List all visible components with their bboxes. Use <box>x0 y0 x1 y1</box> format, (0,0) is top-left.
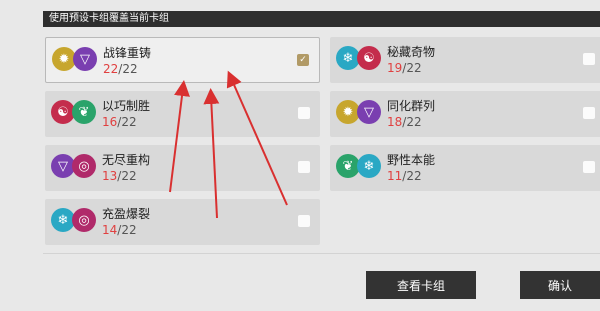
deck-card-1[interactable]: ❄ ☯ 秘藏奇物 19/22 <box>330 37 600 83</box>
deck-checkbox[interactable] <box>298 215 310 227</box>
deck-count: 18/22 <box>387 115 422 129</box>
deck-name: 以巧制胜 <box>102 99 151 113</box>
deck-icons: ❦ ❄ <box>336 154 381 182</box>
deck-checkbox[interactable] <box>583 53 595 65</box>
spiral-icon: ◎ <box>72 208 96 232</box>
deck-card-4[interactable]: ▽ ◎ 无尽重构 13/22 <box>45 145 320 191</box>
deck-checkbox[interactable] <box>298 161 310 173</box>
deck-checkbox[interactable] <box>298 107 310 119</box>
deck-name: 战锋重铸 <box>103 46 152 60</box>
snowflake-icon: ❄ <box>357 154 381 178</box>
deck-icons: ✹ ▽ <box>52 47 97 75</box>
dialog-header-bar: 使用预设卡组覆盖当前卡组 <box>43 11 600 27</box>
deck-count: 11/22 <box>387 169 422 183</box>
view-deck-button[interactable]: 查看卡组 <box>366 271 476 299</box>
leaf-icon: ❦ <box>72 100 96 124</box>
footer-divider <box>43 253 600 254</box>
deck-count: 16/22 <box>102 115 137 129</box>
deck-checkbox[interactable] <box>583 161 595 173</box>
deck-card-6[interactable]: ❄ ◎ 充盈爆裂 14/22 <box>45 199 320 245</box>
deck-name: 秘藏奇物 <box>387 45 436 59</box>
confirm-button[interactable]: 确认 <box>520 271 600 299</box>
deck-icons: ❄ ☯ <box>336 46 381 74</box>
deck-count: 19/22 <box>387 61 422 75</box>
dialog-title: 使用预设卡组覆盖当前卡组 <box>49 13 169 24</box>
deck-name: 同化群列 <box>387 99 436 113</box>
deck-icons: ✹ ▽ <box>336 100 381 128</box>
deck-icons: ▽ ◎ <box>51 154 96 182</box>
deck-checkbox[interactable] <box>583 107 595 119</box>
deck-card-2[interactable]: ☯ ❦ 以巧制胜 16/22 <box>45 91 320 137</box>
deck-card-3[interactable]: ✹ ▽ 同化群列 18/22 <box>330 91 600 137</box>
deck-name: 无尽重构 <box>102 153 151 167</box>
triangle-mask-icon: ▽ <box>357 100 381 124</box>
yin-yang-icon: ☯ <box>357 46 381 70</box>
deck-checkbox[interactable]: ✓ <box>297 54 309 66</box>
spiral-icon: ◎ <box>72 154 96 178</box>
deck-card-5[interactable]: ❦ ❄ 野性本能 11/22 <box>330 145 600 191</box>
deck-name: 野性本能 <box>387 153 436 167</box>
triangle-mask-icon: ▽ <box>73 47 97 71</box>
deck-count: 14/22 <box>102 223 137 237</box>
deck-icons: ☯ ❦ <box>51 100 96 128</box>
deck-count: 13/22 <box>102 169 137 183</box>
deck-count: 22/22 <box>103 62 138 76</box>
deck-card-0[interactable]: ✹ ▽ 战锋重铸 22/22 ✓ <box>45 37 320 83</box>
deck-name: 充盈爆裂 <box>102 207 151 221</box>
deck-icons: ❄ ◎ <box>51 208 96 236</box>
